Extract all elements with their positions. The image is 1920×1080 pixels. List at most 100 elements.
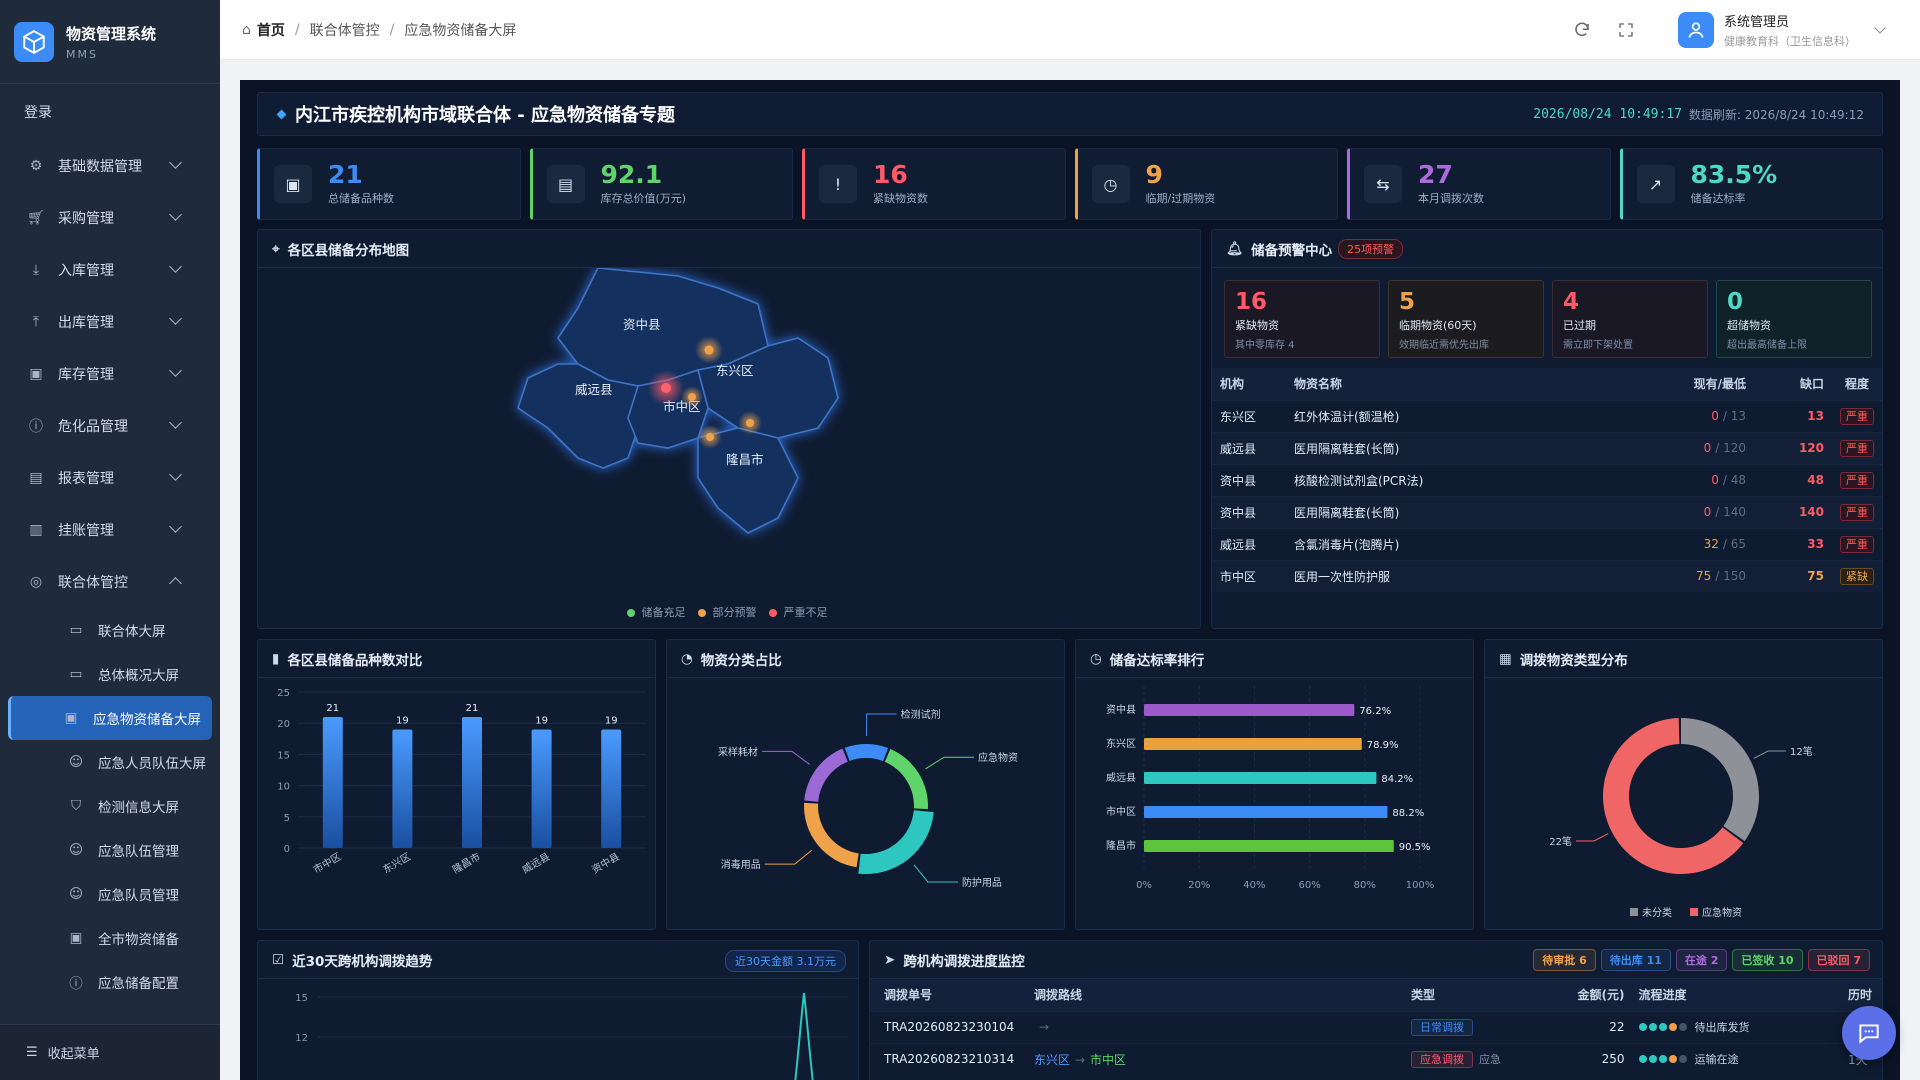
donut-slice[interactable] [804,748,848,802]
leader-line [925,756,975,770]
menu-item-7[interactable]: ▥ 挂账管理 [0,504,220,556]
submenu-item-7[interactable]: ▣ 全市物资储备 [8,916,212,960]
alert-stock: 0/ 13 [1656,399,1746,432]
alert-row[interactable]: 资中县 医用隔离鞋套(长筒) 0/ 140 140 严重 [1212,495,1882,528]
bar[interactable] [392,729,413,848]
menu-item-0[interactable]: ⚙ 基础数据管理 [0,140,220,192]
menu-item-1[interactable]: 🛒︎ 采购管理 [0,192,220,244]
alert-row[interactable]: 东兴区 红外体温计(额温枪) 0/ 13 13 严重 [1212,399,1882,432]
route-to: 市中区 [1090,1052,1127,1067]
logout-link[interactable]: 登录 [0,84,220,140]
breadcrumb: ⌂ 首页 / 联合体管控 / 应急物资储备大屏 [242,20,517,40]
collapse-menu-button[interactable]: ☰ 收起菜单 [0,1024,220,1080]
user-info[interactable]: 系统管理员 健康教育科（卫生信息科） [1724,11,1856,49]
bar[interactable] [462,716,482,848]
chat-icon [1859,1024,1879,1044]
transfer-row[interactable]: TRA20260823230104 → 日常调拨 22 待出库发货 [870,1010,1882,1043]
menu-item-2[interactable]: ⤓ 入库管理 [0,244,220,296]
map-panel: ⌖ 各区县储备分布地图 资中县 东兴区 威远县 市中区 隆昌市 储备充足 部分预警 严重不足 [257,229,1201,629]
alert-item: 含氯消毒片(泡腾片) [1286,527,1656,560]
alert-min: / 65 [1722,537,1746,551]
alert-row[interactable]: 威远县 含氯消毒片(泡腾片) 32/ 65 33 严重 [1212,527,1882,560]
chevron-down-icon[interactable] [1874,22,1886,34]
donut-slice[interactable] [884,748,928,810]
screen-clock: 2026/08/24 10:49:17 [1533,106,1682,122]
alert-row[interactable]: 威远县 医用隔离鞋套(长筒) 0/ 120 120 严重 [1212,431,1882,464]
submenu-item-2[interactable]: ▣ 应急物资储备大屏 [8,696,212,740]
bar[interactable] [601,729,622,848]
submenu-item-1[interactable]: ▭ 总体概况大屏 [8,652,212,696]
map-marker-warning[interactable] [706,433,714,441]
status-filter-tag[interactable]: 在途 2 [1675,949,1728,971]
menu-item-4[interactable]: ▣ 库存管理 [0,348,220,400]
alert-level-cell: 紧缺 [1824,559,1882,592]
menu-item-5[interactable]: ⓘ 危化品管理 [0,400,220,452]
submenu-item-0[interactable]: ▭ 联合体大屏 [8,608,212,652]
y-tick-label: 25 [277,688,290,699]
menu-item-label: 库存管理 [58,367,114,383]
slice-label: 消毒用品 [721,858,761,871]
status-filter-tag[interactable]: 待出库 11 [1600,949,1671,971]
donut-slice[interactable] [844,744,889,762]
y-category-label: 资中县 [1106,703,1136,716]
x-tick-label: 60% [1298,880,1320,891]
alert-item: 红外体温计(额温枪) [1286,399,1656,432]
transfer-row[interactable]: TRA20260823210314 东兴区 → 市中区 应急调拨 应急 250 运输在途 1天 [870,1042,1882,1075]
alert-row[interactable]: 资中县 核酸检测试剂盒(PCR法) 0/ 48 48 严重 [1212,463,1882,496]
breadcrumb-level1[interactable]: 联合体管控 [310,20,380,40]
menu-item-3[interactable]: ⤒ 出库管理 [0,296,220,348]
bar[interactable] [531,729,552,848]
alert-col-header: 程度 [1824,368,1882,400]
fullscreen-icon[interactable] [1614,18,1638,42]
submenu-item-6[interactable]: ☺ 应急队员管理 [8,872,212,916]
chat-assistant-button[interactable] [1842,1006,1896,1060]
menu-item-6[interactable]: ▤ 报表管理 [0,452,220,504]
pie-slice[interactable] [1681,718,1759,842]
status-filter-tag[interactable]: 已签收 10 [1732,949,1803,971]
alert-summary-card[interactable]: 16 紧缺物资 其中零库存 4 [1224,280,1380,358]
alert-summary-card[interactable]: 0 超储物资 超出最高储备上限 [1716,280,1872,358]
submenu-item-3[interactable]: ☺ 应急人员队伍大屏 [8,740,212,784]
submenu-item-4[interactable]: ⛉ 检测信息大屏 [8,784,212,828]
map-marker-warning[interactable] [704,345,714,355]
map-marker-severe[interactable] [661,383,671,393]
district-map: 资中县东兴区威远县市中区隆昌市 [517,268,839,534]
chevron-icon [169,156,182,169]
map-marker-warning[interactable] [746,419,754,427]
rate-bar[interactable] [1144,806,1388,818]
package-icon: ▣ [274,165,312,203]
user-icon: ☺ [68,886,84,902]
alert-level-badge: 严重 [1840,440,1874,457]
rate-bar[interactable] [1144,704,1355,716]
status-filter-tag[interactable]: 待审批 6 [1533,949,1596,971]
dashboard-screen: 内江市疾控机构市域联合体 - 应急物资储备专题 2026/08/24 10:49… [240,80,1900,1080]
submenu-item-5[interactable]: ☺ 应急队伍管理 [8,828,212,872]
bar[interactable] [322,716,343,848]
chevron-icon [169,312,182,325]
submenu-item-8[interactable]: ⓘ 应急储备配置 [8,960,212,1004]
alert-stock: 32/ 65 [1656,527,1746,560]
trend-title: 近30天跨机构调拨趋势 [292,953,433,970]
map-marker-warning[interactable] [688,393,696,401]
donut-slice[interactable] [858,810,934,874]
alert-summary-card[interactable]: 5 临期物资(60天) 效期临近需优先出库 [1388,280,1544,358]
rate-bar[interactable] [1144,772,1377,784]
submenu-item-label: 检测信息大屏 [98,800,179,816]
legend-label: 应急物资 [1702,906,1742,919]
donut-slice[interactable] [804,802,859,868]
alert-summary-card[interactable]: 4 已过期 需立即下架处置 [1552,280,1708,358]
money-icon: ▤ [546,165,585,203]
refresh-icon[interactable] [1570,18,1594,42]
rate-bar[interactable] [1144,738,1362,750]
status-filter-tag[interactable]: 已驳回 7 [1807,949,1870,971]
leader-line [1753,750,1787,759]
user-avatar[interactable] [1678,12,1714,48]
alert-row[interactable]: 市中区 医用一次性防护服 75/ 150 75 紧缺 [1212,559,1882,592]
menu-item-8[interactable]: ◎ 联合体管控 [0,556,220,608]
map-label-district: 东兴区 [716,363,754,378]
alert-item: 医用隔离鞋套(长筒) [1286,495,1656,528]
bar-value-label: 19 [396,715,409,726]
breadcrumb-home[interactable]: 首页 [257,20,285,40]
rate-bar[interactable] [1144,840,1394,852]
alert-item: 核酸检测试剂盒(PCR法) [1286,463,1656,496]
